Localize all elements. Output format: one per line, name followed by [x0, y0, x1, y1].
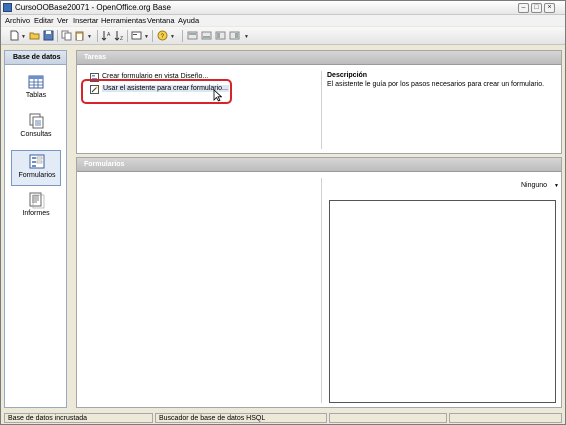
- description-title: Descripción: [327, 72, 368, 79]
- database-panel-header: Base de datos: [5, 51, 66, 65]
- nav-item-formularios[interactable]: Formularios: [11, 150, 61, 186]
- table-icon: [27, 73, 45, 91]
- title-bar: CursoOOBase20071 - OpenOffice.org Base –…: [1, 1, 565, 15]
- sort-descending-icon[interactable]: Z: [114, 30, 125, 41]
- tasks-panel: Tareas Crear formulario en vista Diseño.…: [76, 50, 562, 154]
- sort-ascending-icon[interactable]: A: [101, 30, 112, 41]
- window-title: CursoOOBase20071 - OpenOffice.org Base: [15, 3, 171, 12]
- form-icon: [28, 153, 46, 171]
- app-window: CursoOOBase20071 - OpenOffice.org Base –…: [0, 0, 566, 425]
- menu-editar[interactable]: Editar: [34, 16, 54, 25]
- report-icon: [27, 191, 45, 209]
- paste-icon[interactable]: [74, 30, 85, 41]
- nav-item-informes[interactable]: Informes: [11, 189, 61, 225]
- copy-icon[interactable]: [61, 30, 72, 41]
- toolbar-overflow-icon[interactable]: ▼: [244, 35, 249, 40]
- menu-bar: Archivo Editar Ver Insertar Herramientas…: [1, 15, 565, 26]
- tasks-divider: [321, 71, 322, 149]
- forms-panel: Formularios Ninguno ▼: [76, 157, 562, 408]
- query-icon: [27, 112, 45, 130]
- menu-ayuda[interactable]: Ayuda: [178, 16, 199, 25]
- app-icon: [3, 3, 12, 12]
- nav-label-formularios: Formularios: [18, 172, 56, 179]
- help-icon[interactable]: ?: [157, 30, 168, 41]
- layout-icon-4[interactable]: [229, 30, 240, 41]
- menu-ventana[interactable]: Ventana: [147, 16, 175, 25]
- menu-insertar[interactable]: Insertar: [73, 16, 98, 25]
- toolbar: ▼ ▼ A Z ▼ ? ▼ ▼: [1, 27, 565, 45]
- layout-icon-1[interactable]: [187, 30, 198, 41]
- layout-icon-2[interactable]: [201, 30, 212, 41]
- open-folder-icon[interactable]: [29, 30, 40, 41]
- paste-dropdown-icon[interactable]: ▼: [87, 35, 92, 40]
- nav-label-tablas: Tablas: [25, 92, 47, 99]
- help-dropdown-icon[interactable]: ▼: [170, 35, 175, 40]
- tasks-panel-header: Tareas: [77, 51, 561, 65]
- menu-archivo[interactable]: Archivo: [5, 16, 30, 25]
- forms-panel-header: Formularios: [77, 158, 561, 172]
- preview-mode-value: Ninguno: [521, 182, 548, 189]
- description-text: El asistente le guía por los pasos neces…: [327, 81, 545, 88]
- status-field-3: [329, 413, 447, 423]
- chevron-down-icon: ▼: [554, 183, 559, 189]
- preview-mode-select[interactable]: Ninguno ▼: [521, 182, 559, 189]
- new-document-icon[interactable]: [9, 30, 20, 41]
- task-label-form-wizard: Usar el asistente para crear formulario.…: [102, 85, 229, 92]
- layout-icon-3[interactable]: [215, 30, 226, 41]
- preview-area: [329, 200, 556, 403]
- minimize-button[interactable]: –: [518, 3, 529, 13]
- database-panel: Base de datos Tablas Consultas Formulari…: [4, 50, 67, 408]
- close-button[interactable]: ×: [544, 3, 555, 13]
- svg-text:Z: Z: [120, 36, 123, 41]
- svg-text:A: A: [107, 32, 111, 38]
- view-dropdown-icon[interactable]: ▼: [144, 35, 149, 40]
- status-bar: Base de datos incrustada Buscador de bas…: [1, 412, 565, 424]
- maximize-button[interactable]: □: [531, 3, 542, 13]
- mouse-cursor-icon: [213, 89, 223, 102]
- nav-label-informes: Informes: [22, 210, 50, 217]
- form-view-icon[interactable]: [131, 30, 142, 41]
- new-dropdown-icon[interactable]: ▼: [21, 35, 26, 40]
- status-database-type: Base de datos incrustada: [4, 413, 153, 423]
- nav-label-consultas: Consultas: [20, 131, 52, 138]
- menu-herramientas[interactable]: Herramientas: [101, 16, 146, 25]
- status-field-4: [449, 413, 562, 423]
- nav-item-consultas[interactable]: Consultas: [11, 110, 61, 146]
- forms-divider: [321, 178, 322, 403]
- status-database-driver: Buscador de base de datos HSQL: [155, 413, 327, 423]
- nav-item-tablas[interactable]: Tablas: [11, 71, 61, 107]
- menu-ver[interactable]: Ver: [57, 16, 68, 25]
- save-icon[interactable]: [43, 30, 54, 41]
- wizard-icon: [90, 85, 99, 94]
